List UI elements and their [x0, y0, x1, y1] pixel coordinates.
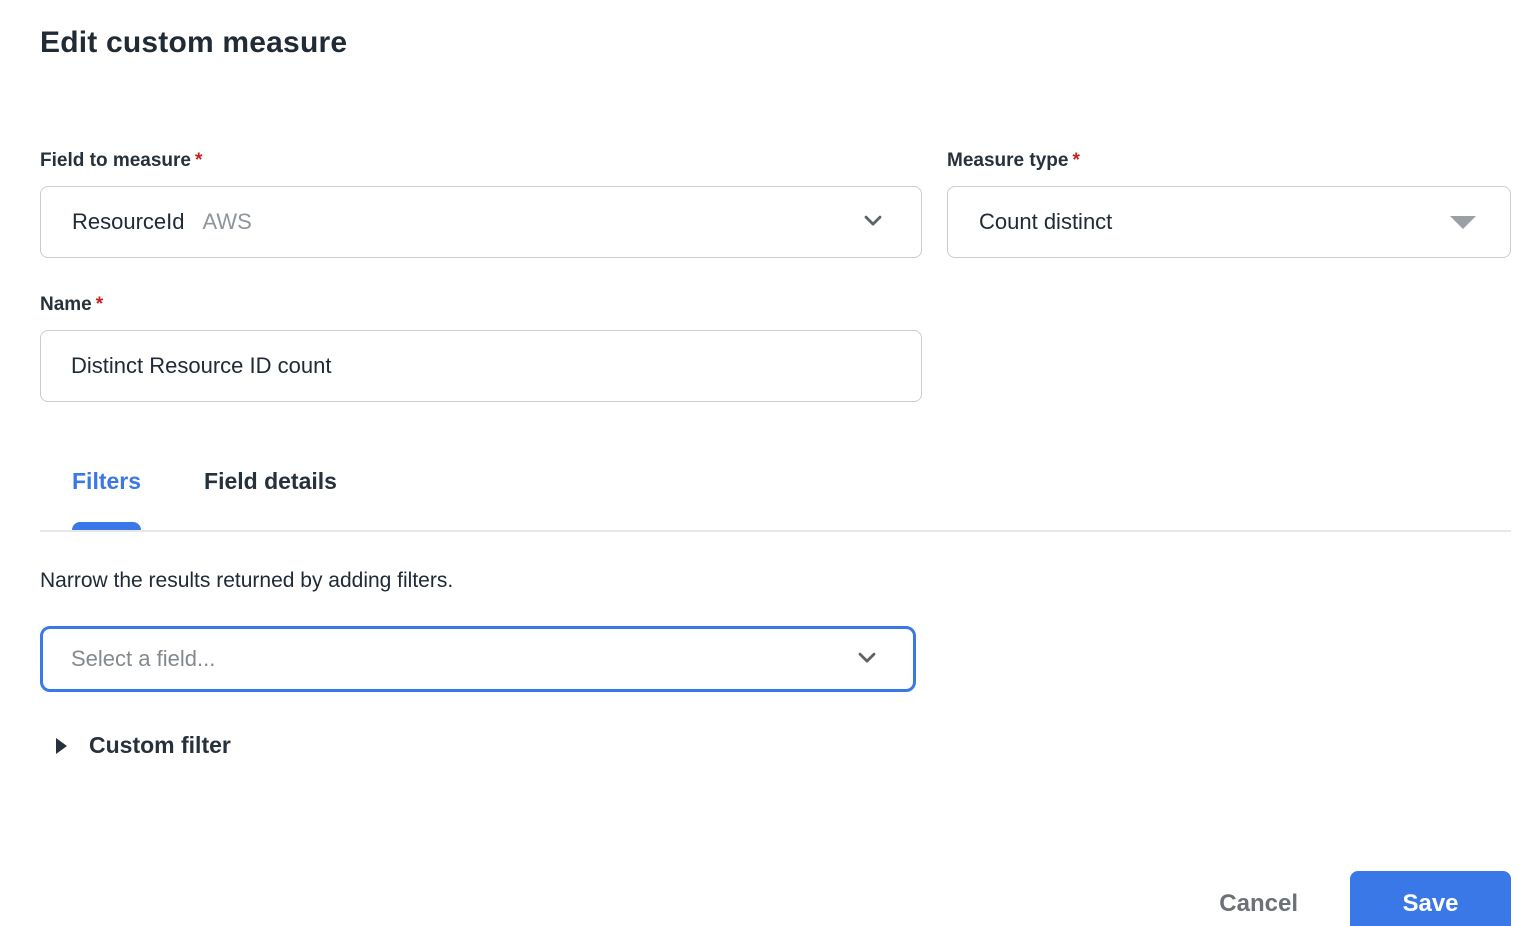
custom-filter-label: Custom filter	[89, 732, 231, 758]
field-to-measure-label-text: Field to measure	[40, 150, 191, 171]
filter-field-select[interactable]: Select a field...	[40, 626, 916, 692]
filter-field-placeholder: Select a field...	[71, 646, 216, 671]
field-to-measure-source-badge: AWS	[202, 209, 252, 234]
required-asterisk: *	[95, 294, 104, 315]
page-title: Edit custom measure	[40, 26, 348, 59]
measure-type-label-text: Measure type	[947, 150, 1069, 171]
tab-filters[interactable]: Filters	[72, 468, 142, 530]
chevron-down-icon	[853, 643, 881, 676]
field-to-measure-select[interactable]: ResourceId AWS	[40, 186, 922, 258]
required-asterisk: *	[1072, 150, 1080, 171]
field-to-measure-label: Field to measure *	[40, 150, 922, 172]
required-asterisk: *	[195, 150, 203, 171]
name-group: Name *	[40, 294, 1511, 402]
measure-fields-row: Field to measure * ResourceId AWS Measure…	[40, 150, 1511, 258]
name-input[interactable]	[40, 330, 922, 402]
custom-filter-toggle[interactable]: Custom filter	[40, 732, 231, 759]
dialog-footer: Cancel Save	[1219, 871, 1511, 926]
triangle-right-icon	[56, 737, 67, 754]
field-to-measure-value: ResourceId	[72, 209, 185, 234]
filters-description: Narrow the results returned by adding fi…	[40, 569, 454, 592]
field-to-measure-group: Field to measure * ResourceId AWS	[40, 150, 922, 258]
edit-custom-measure-dialog: Edit custom measure Field to measure * Re…	[0, 26, 1536, 759]
tab-field-details[interactable]: Field details	[204, 468, 337, 530]
save-button[interactable]: Save	[1350, 871, 1511, 926]
name-label-text: Name	[40, 294, 92, 315]
triangle-down-icon	[1450, 215, 1476, 229]
cancel-button[interactable]: Cancel	[1219, 890, 1298, 918]
tab-bar: Filters Field details	[40, 468, 1511, 530]
measure-type-select[interactable]: Count distinct	[947, 186, 1511, 258]
chevron-down-icon	[859, 206, 887, 239]
tab-divider	[40, 530, 1511, 532]
measure-type-label: Measure type *	[947, 150, 1511, 172]
measure-type-group: Measure type * Count distinct	[947, 150, 1511, 258]
name-label: Name *	[40, 294, 1511, 316]
measure-type-value: Count distinct	[979, 209, 1113, 234]
